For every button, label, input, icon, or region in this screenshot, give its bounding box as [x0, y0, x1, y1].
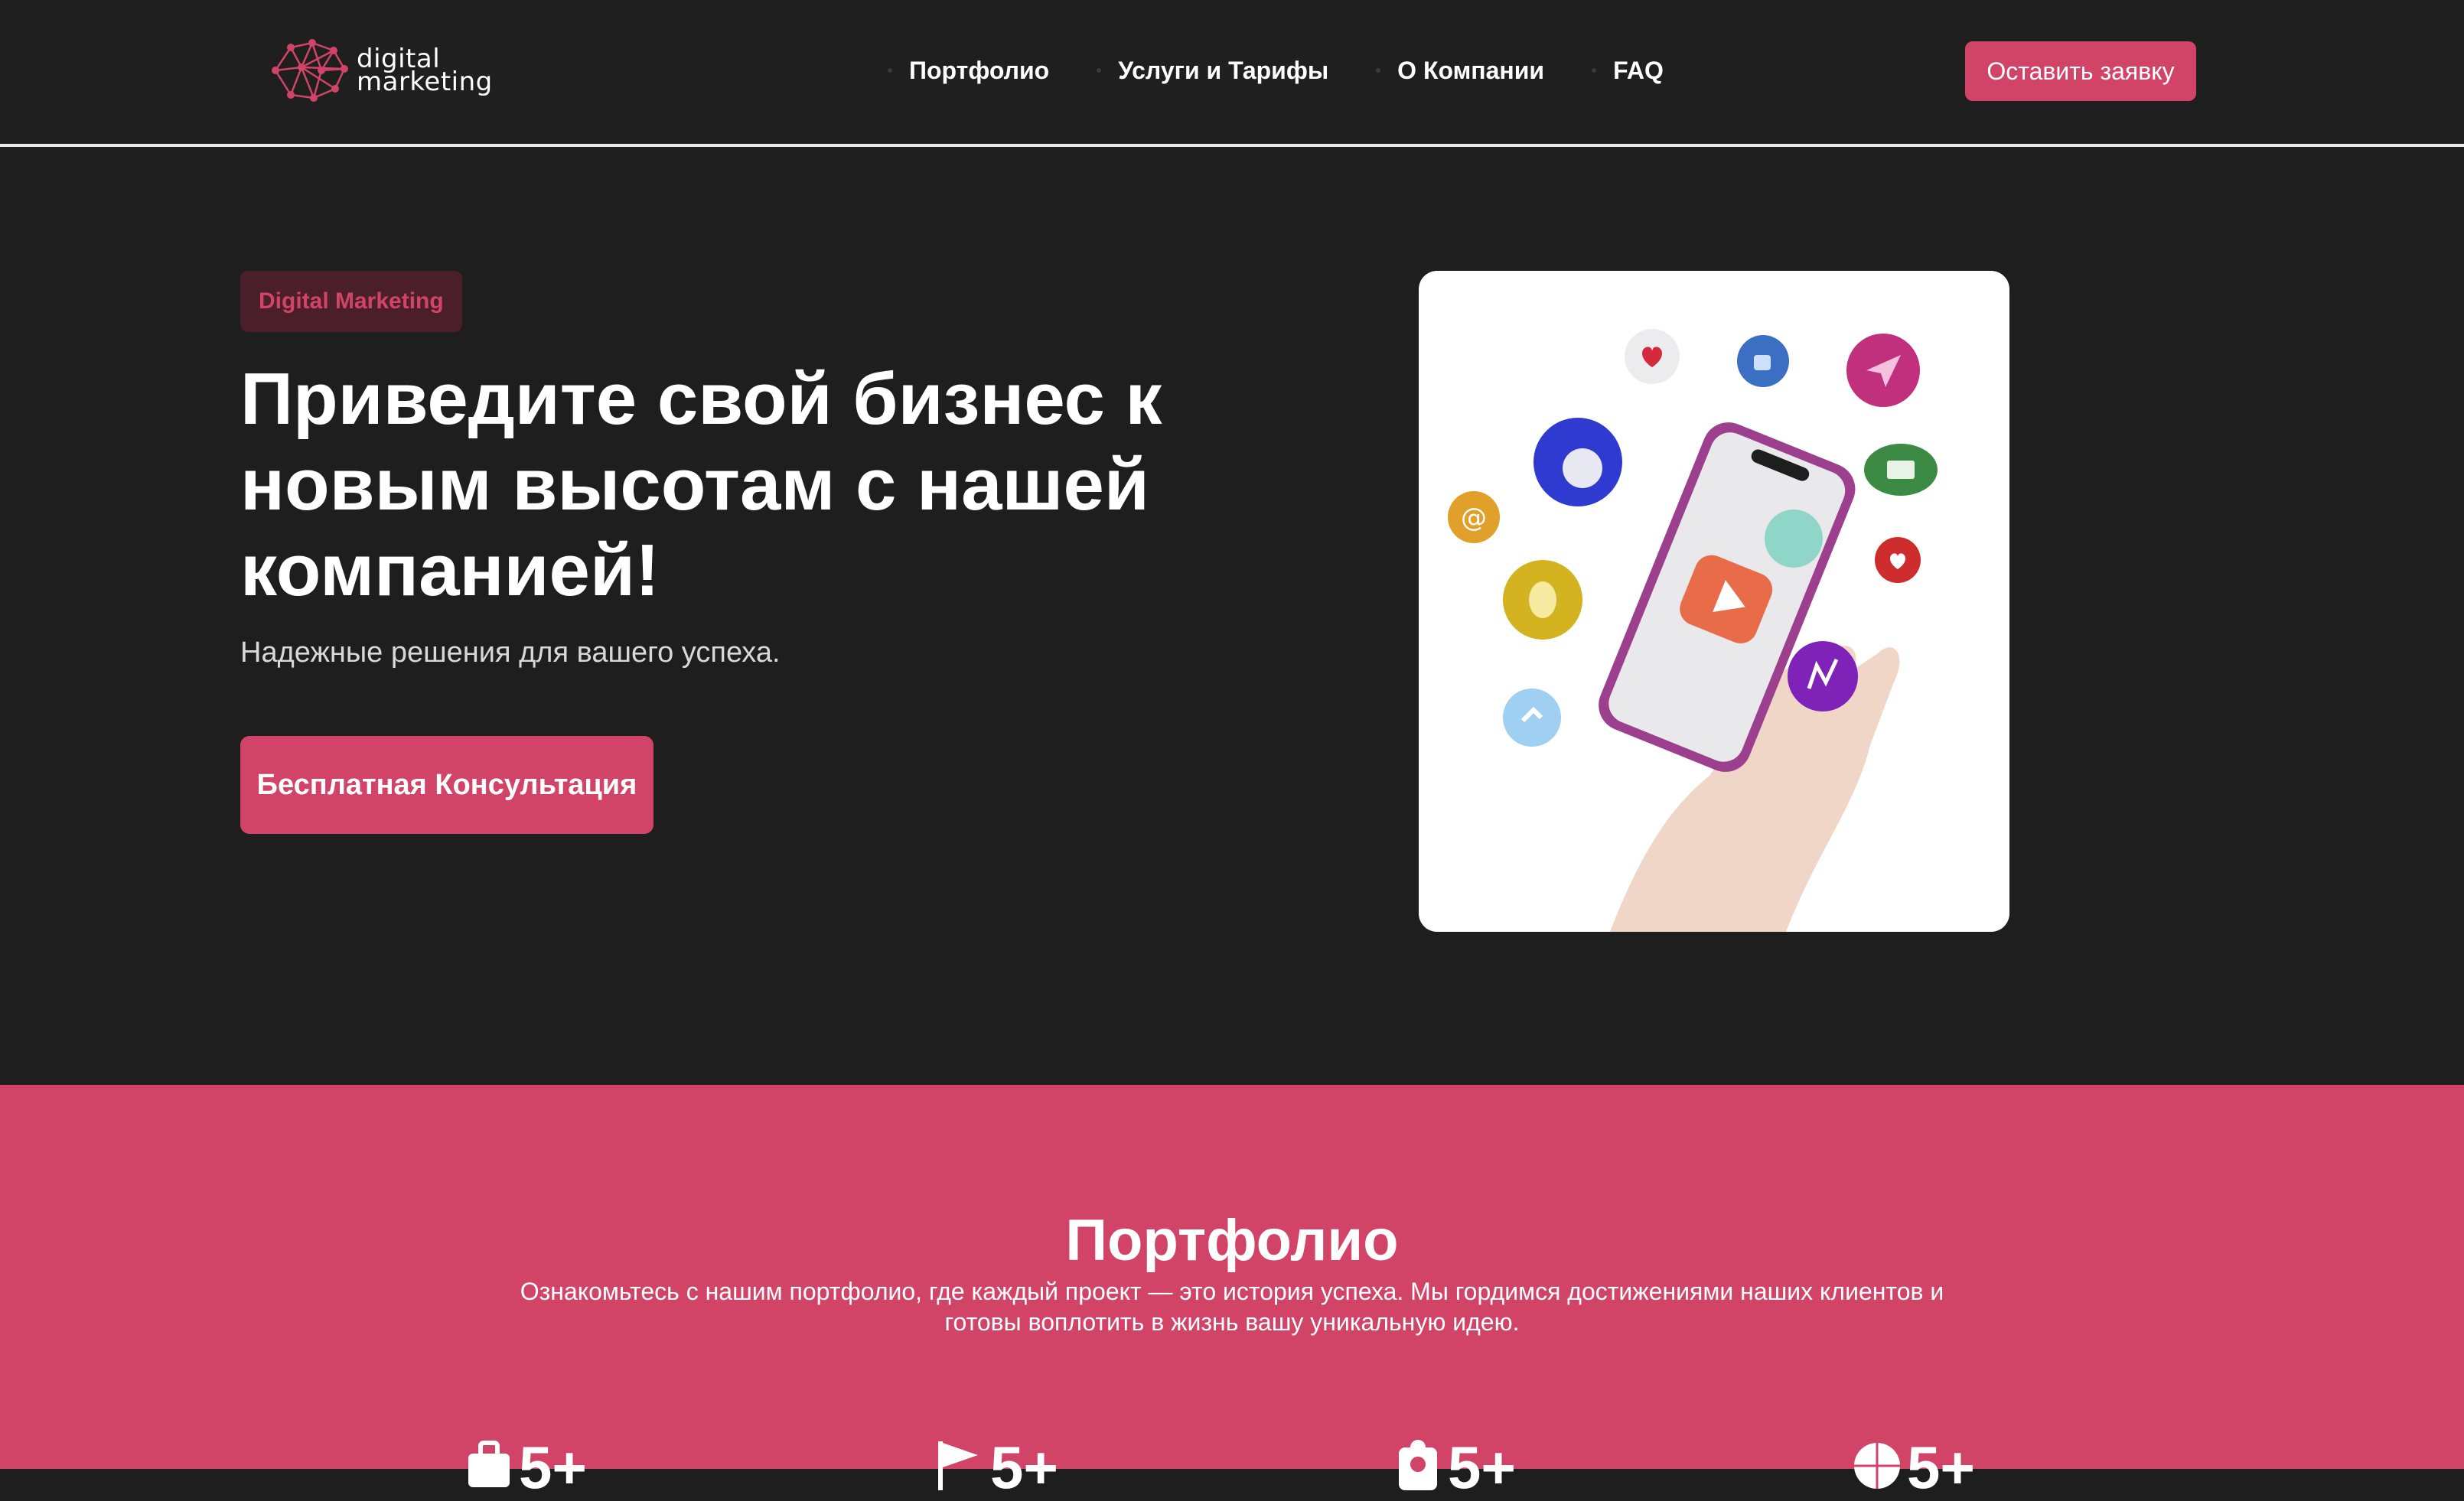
stat-value: 5+ [519, 1434, 587, 1501]
site-header: digital marketing Портфолио Услуги и Тар… [0, 0, 2464, 147]
logo-line-2: marketing [357, 67, 493, 97]
leave-request-button[interactable]: Оставить заявку [1965, 41, 2196, 101]
svg-text:@: @ [1461, 503, 1487, 533]
portfolio-section: Портфолио Ознакомьтесь с нашим портфолио… [0, 1085, 2464, 1498]
brain-network-icon [272, 39, 348, 102]
nav-label: Портфолио [909, 56, 1050, 84]
stat-item: 5+ [934, 1437, 1058, 1498]
portfolio-description: Ознакомьтесь с нашим портфолио, где кажд… [520, 1278, 1944, 1336]
nav-item-services[interactable]: Услуги и Тарифы [1097, 57, 1328, 85]
badge-icon [1399, 1440, 1437, 1490]
stat-value: 5+ [990, 1434, 1058, 1501]
stat-value: 5+ [1907, 1434, 1975, 1501]
nav-item-faq[interactable]: FAQ [1592, 57, 1664, 85]
nav-item-portfolio[interactable]: Портфолио [888, 57, 1049, 85]
nav-bullet [1376, 68, 1381, 73]
stat-item: 5+ [1850, 1437, 1975, 1498]
hero-illustration: @ [1419, 271, 2009, 932]
briefcase-icon [468, 1441, 510, 1487]
nav-label: FAQ [1613, 56, 1664, 84]
globe-icon [1854, 1443, 1900, 1489]
logo-text: digital marketing [357, 46, 493, 97]
nav-bullet [1592, 68, 1597, 73]
hero-subtitle: Надежные решения для вашего успеха. [240, 637, 781, 669]
nav-bullet [888, 68, 892, 73]
nav-label: Услуги и Тарифы [1118, 56, 1329, 84]
logo[interactable]: digital marketing [268, 37, 497, 104]
nav-label: О Компании [1397, 56, 1545, 84]
phone-social-illustration: @ [1448, 329, 1938, 932]
main-nav: Портфолио Услуги и Тарифы О Компании FAQ [888, 49, 1711, 92]
stat-item: 5+ [462, 1437, 587, 1498]
hero-section: Digital Marketing Приведите свой бизнес … [0, 150, 2464, 1085]
free-consultation-button[interactable]: Бесплатная Консультация [240, 736, 653, 834]
nav-item-about[interactable]: О Компании [1376, 57, 1544, 85]
portfolio-title: Портфолио [1065, 1208, 1399, 1273]
flag-icon [938, 1441, 978, 1490]
hero-title: Приведите свой бизнес к новым высотам с … [240, 358, 1162, 611]
stat-value: 5+ [1448, 1434, 1516, 1501]
category-badge: Digital Marketing [240, 271, 462, 332]
stat-item: 5+ [1391, 1437, 1516, 1498]
nav-bullet [1097, 68, 1102, 73]
